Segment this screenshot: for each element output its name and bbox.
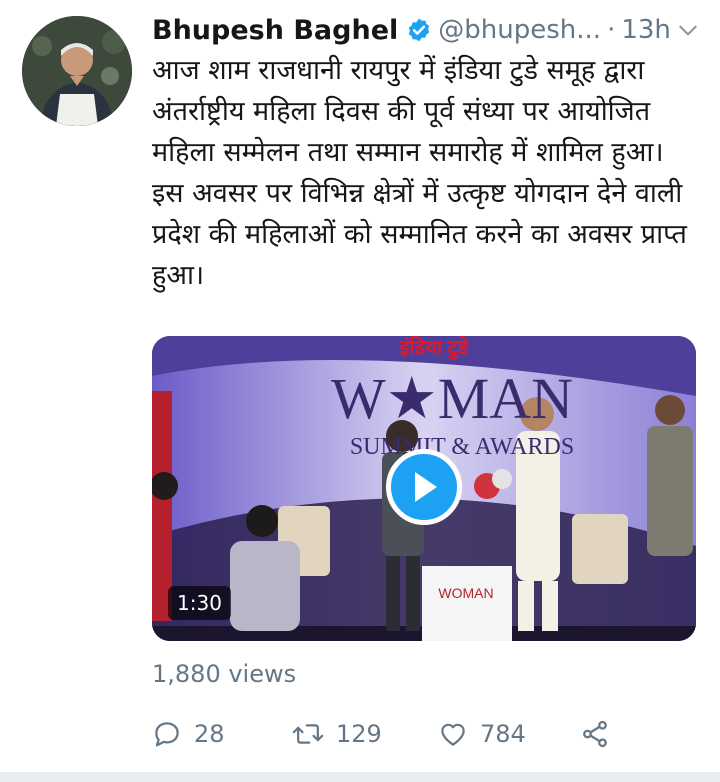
reply-icon — [155, 722, 179, 747]
chevron-down-icon[interactable] — [671, 13, 705, 47]
verified-badge-icon — [406, 17, 432, 43]
reply-button[interactable]: 28 — [152, 712, 225, 756]
like-button[interactable]: 784 — [438, 712, 526, 756]
author-handle[interactable]: @bhupesh... — [438, 15, 601, 45]
podium-text: WOMAN — [438, 585, 493, 601]
retweet-button[interactable]: 129 — [292, 712, 382, 756]
banner-subtitle-text: SUMMIT & AWARDS — [350, 434, 574, 460]
play-button[interactable] — [386, 449, 462, 525]
like-icon — [441, 723, 465, 746]
retweet-count: 129 — [336, 720, 382, 748]
action-bar: 28 129 784 — [152, 712, 622, 756]
reply-count: 28 — [194, 720, 225, 748]
tweet-header: Bhupesh Baghel @bhupesh... · 13h — [152, 10, 700, 50]
video-duration: 1:30 — [168, 586, 231, 620]
banner-title-text: W★MAN — [331, 366, 573, 431]
share-icon — [583, 720, 607, 748]
separator-dot: · — [607, 15, 616, 45]
share-button[interactable] — [580, 712, 610, 756]
author-name[interactable]: Bhupesh Baghel — [152, 15, 398, 46]
like-count: 784 — [480, 720, 526, 748]
video-media[interactable]: WOMAN इंडिया टुडे W★MAN SUMMIT & AWARDS … — [152, 336, 696, 641]
retweet-icon — [292, 724, 324, 744]
tweet-text: आज शाम राजधानी रायपुर में इंडिया टुडे सम… — [152, 55, 687, 291]
tweet-time[interactable]: 13h — [621, 15, 671, 45]
play-icon — [415, 472, 437, 502]
view-count: 1,880 views — [152, 660, 297, 688]
author-avatar[interactable] — [22, 16, 132, 126]
footer-divider — [0, 772, 720, 782]
banner-top-text: इंडिया टुडे — [399, 336, 470, 360]
